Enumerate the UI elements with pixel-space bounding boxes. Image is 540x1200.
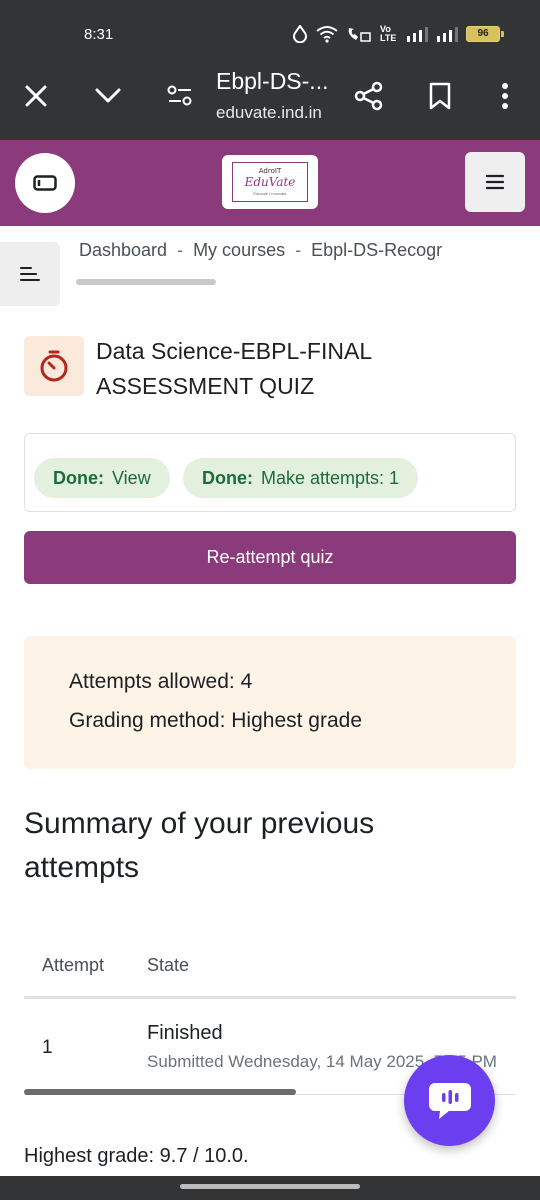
completion-label: View <box>112 468 151 488</box>
breadcrumb: Dashboard - My courses - Ebpl-DS-Recogr <box>79 240 540 264</box>
grading-method: Grading method: Highest grade <box>69 709 363 732</box>
breadcrumb-separator: - <box>295 240 302 260</box>
logo-sub-text: AdroIT <box>258 167 282 175</box>
attempt-number-cell: 1 <box>42 1037 53 1058</box>
breadcrumb-my-courses[interactable]: My courses <box>193 240 285 260</box>
page-settings-icon[interactable] <box>162 78 198 114</box>
logo-tagline: Educate | Innovate <box>253 191 287 196</box>
drawer-toggle-icon <box>33 175 57 191</box>
more-vert-icon[interactable] <box>487 78 523 114</box>
page-title: Data Science-EBPL-FINAL ASSESSMENT QUIZ <box>96 338 372 399</box>
completion-status: Done: <box>53 468 104 488</box>
course-drawer-button[interactable] <box>15 153 75 213</box>
hamburger-icon <box>486 174 504 190</box>
signal-icon-2 <box>437 27 458 42</box>
logo-main-text: EduVate <box>244 175 296 189</box>
highest-grade: Highest grade: 9.7 / 10.0. <box>24 1145 249 1167</box>
course-index-button[interactable] <box>0 242 60 306</box>
activity-completion: Done: View Done: Make attempts: 1 <box>24 433 516 512</box>
wifi-calling-icon <box>348 28 371 42</box>
battery-indicator: 96 <box>466 26 504 42</box>
breadcrumb-scrollbar[interactable] <box>76 279 216 285</box>
stopwatch-icon <box>24 336 84 396</box>
attempt-state-cell: Finished <box>147 1022 223 1044</box>
url-text[interactable]: eduvate.ind.in <box>216 103 322 123</box>
signal-icon-1 <box>407 27 428 42</box>
volte-label: Vo LTE <box>380 24 397 43</box>
table-scrollbar[interactable] <box>24 1089 296 1095</box>
battery-level: 96 <box>477 28 489 39</box>
breadcrumb-dashboard[interactable]: Dashboard <box>79 240 167 260</box>
close-icon[interactable] <box>18 78 54 114</box>
column-header-attempt: Attempt <box>42 955 105 975</box>
gesture-handle[interactable] <box>180 1184 360 1189</box>
main-menu-button[interactable] <box>465 152 525 212</box>
summary-heading: Summary of your previous attempts <box>24 807 375 884</box>
quiz-info-box: Attempts allowed: 4 Grading method: High… <box>24 636 516 769</box>
logo-mark: AdroIT EduVate Educate | Innovate <box>232 162 308 202</box>
bookmark-icon[interactable] <box>422 78 458 114</box>
chevron-down-icon[interactable] <box>90 78 126 114</box>
column-header-state: State <box>147 955 190 975</box>
breadcrumb-separator: - <box>177 240 184 260</box>
browser-toolbar: Ebpl-DS-... eduvate.ind.in <box>0 52 540 140</box>
wifi-icon <box>316 26 338 43</box>
share-icon[interactable] <box>351 78 387 114</box>
table-header-divider <box>24 996 516 999</box>
course-index-icon <box>20 267 40 281</box>
status-icons: Vo LTE 96 <box>292 24 504 43</box>
site-logo[interactable]: AdroIT EduVate Educate | Innovate <box>222 155 318 209</box>
system-nav-bar <box>0 1176 540 1200</box>
attempts-allowed: Attempts allowed: 4 <box>69 670 253 693</box>
site-header: AdroIT EduVate Educate | Innovate <box>0 140 540 226</box>
completion-label: Make attempts: 1 <box>261 468 400 488</box>
status-time: 8:31 <box>84 26 114 43</box>
completion-status: Done: <box>202 468 253 488</box>
chat-bubble-icon <box>428 1082 471 1119</box>
completion-badge-attempts: Done: Make attempts: 1 <box>183 458 419 498</box>
tab-title[interactable]: Ebpl-DS-... <box>216 68 328 95</box>
chat-assistant-button[interactable] <box>404 1055 495 1146</box>
reattempt-quiz-button[interactable]: Re-attempt quiz <box>24 531 516 584</box>
data-saver-icon <box>293 25 307 43</box>
breadcrumb-course[interactable]: Ebpl-DS-Recogr <box>311 240 442 260</box>
completion-badge-view: Done: View <box>34 458 170 498</box>
